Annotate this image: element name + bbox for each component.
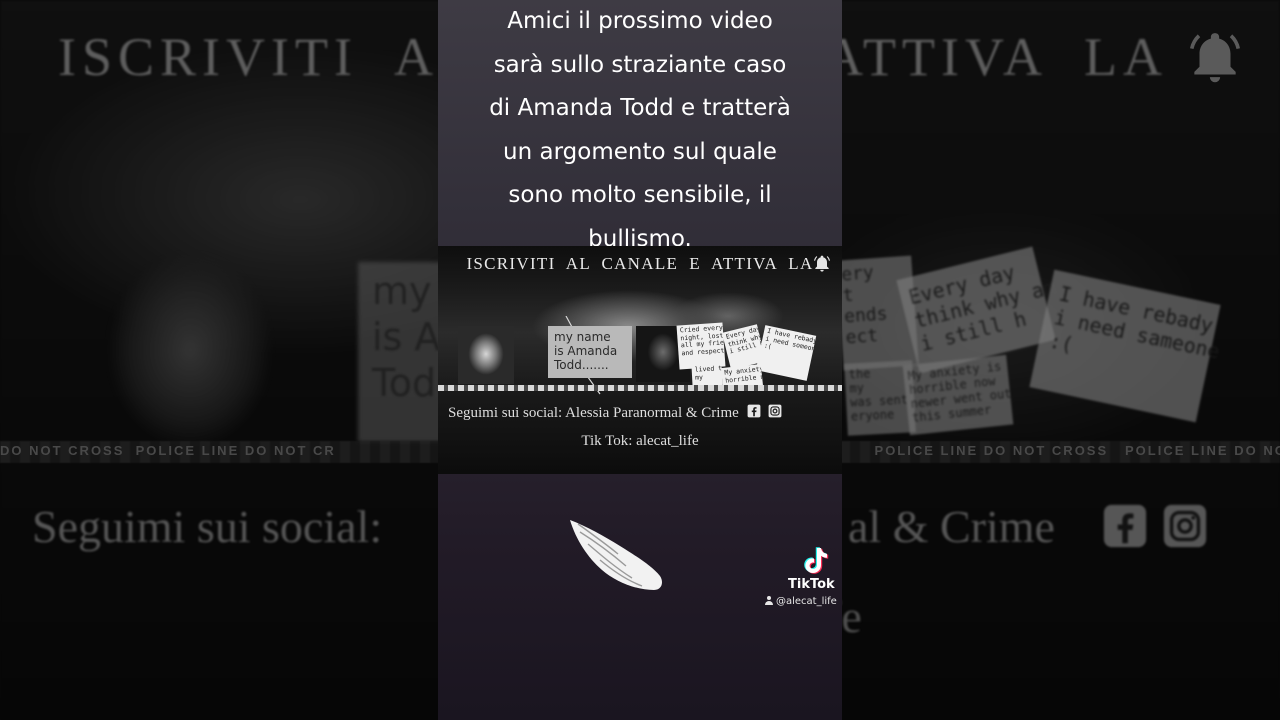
tiktok-logo-icon xyxy=(804,547,829,574)
instagram-icon xyxy=(768,404,782,418)
background-social-text: Seguimi sui social: xyxy=(32,501,383,552)
background-title-right: ATTIVA LA xyxy=(824,27,1169,87)
tiktok-brand-label: TikTok xyxy=(788,577,835,592)
banner-title: ISCRIVITI AL CANALE E ATTIVA LA xyxy=(466,254,814,273)
note-card: lived the my xyxy=(691,363,723,387)
amanda-photo xyxy=(458,326,514,384)
tiktok-username[interactable]: @alecat_life xyxy=(765,596,837,607)
angel-wing-icon xyxy=(570,520,662,590)
facebook-icon xyxy=(747,404,760,418)
caption-line: sono molto sensibile, il xyxy=(508,182,772,208)
video-panel[interactable]: Amici il prossimo video sarà sullo straz… xyxy=(438,0,842,720)
background-social-icons xyxy=(1102,503,1208,549)
instagram-icon xyxy=(1163,504,1207,548)
police-tape xyxy=(438,385,842,391)
background-title-left: ISCRIVITI AL xyxy=(58,27,478,87)
background-social-text-right: al & Crime xyxy=(848,501,1055,552)
banner-tiktok-handle: Tik Tok: alecat_life xyxy=(581,433,699,449)
bell-icon xyxy=(813,255,831,272)
caption-line: un argomento sul quale xyxy=(503,138,777,165)
banner-social-text: Seguimi sui social: Alessia Paranormal &… xyxy=(448,405,739,421)
banner-social-line: Seguimi sui social: Alessia Paranormal &… xyxy=(448,404,838,422)
bell-icon xyxy=(1189,33,1241,83)
caption-line: di Amanda Todd e tratterà xyxy=(489,95,791,121)
caption-line: Amici il prossimo video xyxy=(507,8,773,34)
name-note: my name is Amanda Todd....... xyxy=(548,326,632,378)
user-icon xyxy=(765,596,773,605)
note-card-text: Cried every night, lost all my friends a… xyxy=(679,323,726,357)
caption-line: sarà sullo straziante caso xyxy=(493,51,787,78)
tiktok-username-text: @alecat_life xyxy=(776,596,837,607)
facebook-icon xyxy=(1103,504,1147,548)
video-caption: Amici il prossimo video sarà sullo straz… xyxy=(438,0,842,252)
channel-banner: ISCRIVITI AL CANALE E ATTIVA LA my name … xyxy=(438,246,842,474)
